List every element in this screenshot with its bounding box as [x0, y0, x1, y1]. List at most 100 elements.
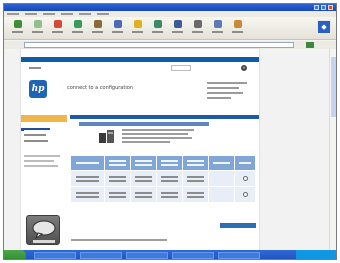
sidebar-item[interactable] — [24, 134, 46, 136]
menu-file[interactable] — [7, 13, 19, 15]
menu-help[interactable] — [97, 13, 109, 15]
table-header-row — [70, 155, 256, 171]
column-header — [130, 155, 157, 171]
taskbar-item[interactable] — [218, 252, 260, 259]
section-subheader — [79, 122, 209, 126]
home-button[interactable] — [90, 20, 105, 37]
sidebar-item[interactable] — [24, 140, 48, 142]
stop-icon — [53, 20, 62, 28]
stop-button[interactable] — [50, 20, 65, 37]
minimize-button[interactable] — [314, 5, 319, 10]
table-cell — [208, 186, 235, 203]
product-image — [99, 130, 114, 143]
favorites-button[interactable] — [130, 20, 145, 37]
sidebar-note — [24, 165, 58, 167]
section-header-bar — [70, 115, 259, 119]
favorites-icon — [133, 20, 142, 28]
column-header — [104, 155, 131, 171]
print-icon — [193, 20, 202, 28]
page: » hp connect to a configuration — [21, 49, 259, 250]
search-row: » — [21, 62, 259, 76]
browser-window: ◆ » hp connect to a configuration — [3, 3, 337, 260]
page-title: connect to a configuration — [67, 85, 133, 91]
edit-icon — [213, 20, 222, 28]
menu-tools[interactable] — [79, 13, 91, 15]
address-input[interactable] — [24, 42, 294, 48]
table-cell[interactable] — [70, 186, 105, 203]
vertical-scrollbar[interactable] — [329, 49, 336, 250]
table-row[interactable] — [70, 170, 256, 187]
history-button[interactable] — [150, 20, 165, 37]
column-header — [234, 155, 256, 171]
sidebar-note — [24, 155, 60, 157]
select-radio[interactable] — [242, 192, 248, 197]
hp-logo[interactable]: hp — [29, 80, 47, 98]
address-bar — [4, 41, 336, 49]
contact-info — [207, 82, 247, 102]
web-content: » hp connect to a configuration — [4, 49, 336, 250]
discuss-icon — [233, 20, 242, 28]
history-icon — [153, 20, 162, 28]
search-input[interactable] — [171, 65, 191, 71]
forward-button[interactable] — [30, 20, 45, 37]
column-header — [156, 155, 183, 171]
taskbar-item[interactable] — [126, 252, 168, 259]
taskbar-item[interactable] — [34, 252, 76, 259]
column-header — [182, 155, 209, 171]
table-cell — [130, 170, 157, 187]
sidebar-header — [21, 115, 67, 122]
discuss-button[interactable] — [230, 20, 245, 37]
home-icon — [93, 20, 102, 28]
menu-edit[interactable] — [25, 13, 37, 15]
product-description — [122, 129, 194, 145]
toolbar: ◆ — [4, 17, 336, 40]
go-button[interactable] — [306, 42, 314, 48]
scrollbar-thumb[interactable] — [331, 57, 336, 117]
table-cell — [156, 186, 183, 203]
search-go-button[interactable]: » — [241, 65, 247, 71]
table-cell — [182, 170, 209, 187]
sidebar — [21, 115, 67, 250]
table-cell — [104, 186, 131, 203]
throbber-icon: ◆ — [317, 20, 331, 34]
search-button[interactable] — [110, 20, 125, 37]
search-icon — [113, 20, 122, 28]
window-controls — [314, 5, 333, 10]
column-header — [208, 155, 235, 171]
title-bar — [4, 4, 336, 11]
country-selector[interactable] — [29, 67, 41, 69]
table-cell — [156, 170, 183, 187]
live-chat-badge[interactable] — [26, 215, 60, 245]
sidebar-note — [24, 160, 54, 162]
mail-button[interactable] — [170, 20, 185, 37]
print-button[interactable] — [190, 20, 205, 37]
taskbar-item[interactable] — [80, 252, 122, 259]
table-cell — [104, 170, 131, 187]
table-cell — [130, 186, 157, 203]
maximize-button[interactable] — [321, 5, 326, 10]
table-cell — [208, 170, 235, 187]
system-tray — [296, 250, 336, 259]
back-button[interactable] — [10, 20, 25, 37]
column-header — [70, 155, 105, 171]
footer-text — [71, 239, 167, 241]
forward-icon — [33, 20, 42, 28]
taskbar-item[interactable] — [172, 252, 214, 259]
table-row[interactable] — [70, 186, 256, 203]
refresh-button[interactable] — [70, 20, 85, 37]
taskbar — [4, 250, 336, 259]
refresh-icon — [73, 20, 82, 28]
menu-favorites[interactable] — [61, 13, 73, 15]
edit-button[interactable] — [210, 20, 225, 37]
add-to-cart-button[interactable] — [220, 223, 256, 228]
table-cell — [234, 170, 256, 187]
configuration-table — [70, 155, 256, 203]
table-cell[interactable] — [70, 170, 105, 187]
select-radio[interactable] — [242, 176, 248, 181]
menu-view[interactable] — [43, 13, 55, 15]
back-icon — [13, 20, 22, 28]
start-button[interactable] — [4, 250, 26, 259]
sidebar-item-active[interactable] — [24, 128, 50, 130]
table-cell — [182, 186, 209, 203]
close-button[interactable] — [328, 5, 333, 10]
